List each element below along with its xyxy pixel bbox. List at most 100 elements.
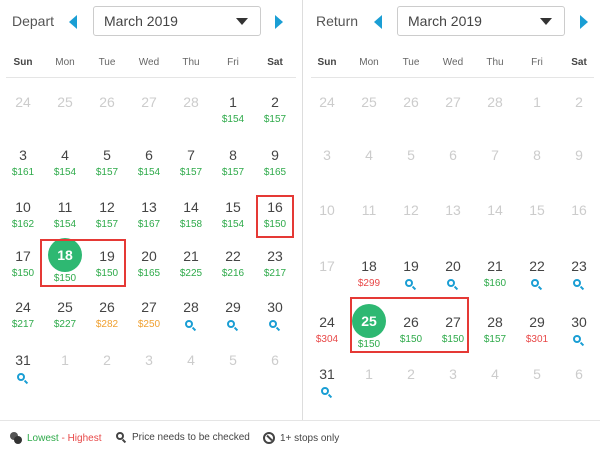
depart-day-9[interactable]: 9 $165 <box>254 146 296 192</box>
day-number: 18 <box>48 238 82 272</box>
day-number: 2 <box>103 352 111 368</box>
day-number: 17 <box>319 258 335 274</box>
search-icon[interactable] <box>573 335 585 347</box>
depart-day-1-outside: 1 <box>44 351 86 397</box>
return-day-20[interactable]: 20 <box>432 257 474 303</box>
depart-day-30[interactable]: 30 <box>254 298 296 344</box>
depart-day-21[interactable]: 21 $225 <box>170 247 212 293</box>
depart-day-27[interactable]: 27 $250 <box>128 298 170 344</box>
search-icon[interactable] <box>573 279 585 291</box>
day-number: 14 <box>487 202 503 218</box>
day-price: $282 <box>95 319 119 330</box>
day-price: $154 <box>137 167 161 178</box>
depart-day-15[interactable]: 15 $154 <box>212 198 254 244</box>
day-number: 15 <box>529 202 545 218</box>
search-icon[interactable] <box>321 387 333 399</box>
depart-day-28-outside: 28 <box>170 93 212 139</box>
day-price: $154 <box>53 219 77 230</box>
depart-day-13[interactable]: 13 $167 <box>128 198 170 244</box>
return-prev-month-icon[interactable] <box>374 15 382 29</box>
day-number: 17 <box>15 248 31 264</box>
search-icon[interactable] <box>447 279 459 291</box>
legend-separator: - <box>58 432 68 444</box>
return-day-10-outside: 10 <box>306 201 348 247</box>
search-icon[interactable] <box>185 320 197 332</box>
return-day-23[interactable]: 23 <box>558 257 600 303</box>
day-number: 28 <box>487 94 503 110</box>
search-icon[interactable] <box>269 320 281 332</box>
search-icon[interactable] <box>405 279 417 291</box>
depart-day-4[interactable]: 4 $154 <box>44 146 86 192</box>
day-number: 9 <box>575 147 583 163</box>
depart-day-5[interactable]: 5 $157 <box>86 146 128 192</box>
depart-day-20[interactable]: 20 $165 <box>128 247 170 293</box>
day-number: 8 <box>229 147 237 163</box>
depart-month-select[interactable]: March 2019 <box>93 6 261 36</box>
day-price: $225 <box>179 268 203 279</box>
depart-day-17[interactable]: 17 $150 <box>2 247 44 293</box>
return-next-month-icon[interactable] <box>580 15 588 29</box>
depart-day-26[interactable]: 26 $282 <box>86 298 128 344</box>
depart-day-29[interactable]: 29 <box>212 298 254 344</box>
return-day-1-outside: 1 <box>516 93 558 139</box>
depart-day-14[interactable]: 14 $158 <box>170 198 212 244</box>
search-icon[interactable] <box>17 373 29 385</box>
return-day-5-outside: 5 <box>390 146 432 192</box>
depart-day-23[interactable]: 23 $217 <box>254 247 296 293</box>
day-number: 26 <box>403 314 419 330</box>
weekday-fri: Fri <box>227 57 239 68</box>
return-day-26[interactable]: 26 $150 <box>390 313 432 359</box>
return-day-28[interactable]: 28 $157 <box>474 313 516 359</box>
return-day-30[interactable]: 30 <box>558 313 600 359</box>
depart-day-8[interactable]: 8 $157 <box>212 146 254 192</box>
return-day-1-outside: 1 <box>348 365 390 411</box>
depart-next-month-icon[interactable] <box>275 15 283 29</box>
day-number: 5 <box>103 147 111 163</box>
depart-day-25[interactable]: 25 $227 <box>44 298 86 344</box>
return-day-31[interactable]: 31 <box>306 365 348 411</box>
depart-day-31[interactable]: 31 <box>2 351 44 397</box>
return-day-27-outside: 27 <box>432 93 474 139</box>
day-number: 3 <box>323 147 331 163</box>
return-day-3-outside: 3 <box>432 365 474 411</box>
depart-day-22[interactable]: 22 $216 <box>212 247 254 293</box>
day-number: 30 <box>267 299 283 315</box>
day-number: 24 <box>15 299 31 315</box>
day-number: 30 <box>571 314 587 330</box>
depart-day-28[interactable]: 28 <box>170 298 212 344</box>
day-number: 25 <box>352 304 386 338</box>
depart-day-12[interactable]: 12 $157 <box>86 198 128 244</box>
depart-day-24[interactable]: 24 $217 <box>2 298 44 344</box>
depart-day-7[interactable]: 7 $157 <box>170 146 212 192</box>
day-number: 3 <box>145 352 153 368</box>
depart-day-18[interactable]: 18 $150 <box>44 238 86 293</box>
day-number: 12 <box>403 202 419 218</box>
return-day-29[interactable]: 29 $301 <box>516 313 558 359</box>
search-icon[interactable] <box>227 320 239 332</box>
depart-day-19[interactable]: 19 $150 <box>86 247 128 293</box>
legend-lowest: Lowest <box>27 432 59 444</box>
return-day-21[interactable]: 21 $160 <box>474 257 516 303</box>
depart-prev-month-icon[interactable] <box>69 15 77 29</box>
day-number: 28 <box>487 314 503 330</box>
depart-label: Depart <box>12 13 55 29</box>
return-day-19[interactable]: 19 <box>390 257 432 303</box>
return-month-select[interactable]: March 2019 <box>397 6 565 36</box>
return-day-24[interactable]: 24 $304 <box>306 313 348 359</box>
return-month-value: March 2019 <box>408 13 482 29</box>
depart-day-3[interactable]: 3 $161 <box>2 146 44 192</box>
depart-day-6[interactable]: 6 $154 <box>128 146 170 192</box>
depart-day-1[interactable]: 1 $154 <box>212 93 254 139</box>
return-day-18[interactable]: 18 $299 <box>348 257 390 303</box>
depart-day-2[interactable]: 2 $157 <box>254 93 296 139</box>
return-day-25[interactable]: 25 $150 <box>348 304 390 359</box>
return-day-22[interactable]: 22 <box>516 257 558 303</box>
return-day-27[interactable]: 27 $150 <box>432 313 474 359</box>
return-day-8-outside: 8 <box>516 146 558 192</box>
depart-day-16[interactable]: 16 $150 <box>254 198 296 244</box>
day-number: 5 <box>229 352 237 368</box>
day-price: $150 <box>263 219 287 230</box>
depart-day-10[interactable]: 10 $162 <box>2 198 44 244</box>
search-icon[interactable] <box>531 279 543 291</box>
return-day-14-outside: 14 <box>474 201 516 247</box>
